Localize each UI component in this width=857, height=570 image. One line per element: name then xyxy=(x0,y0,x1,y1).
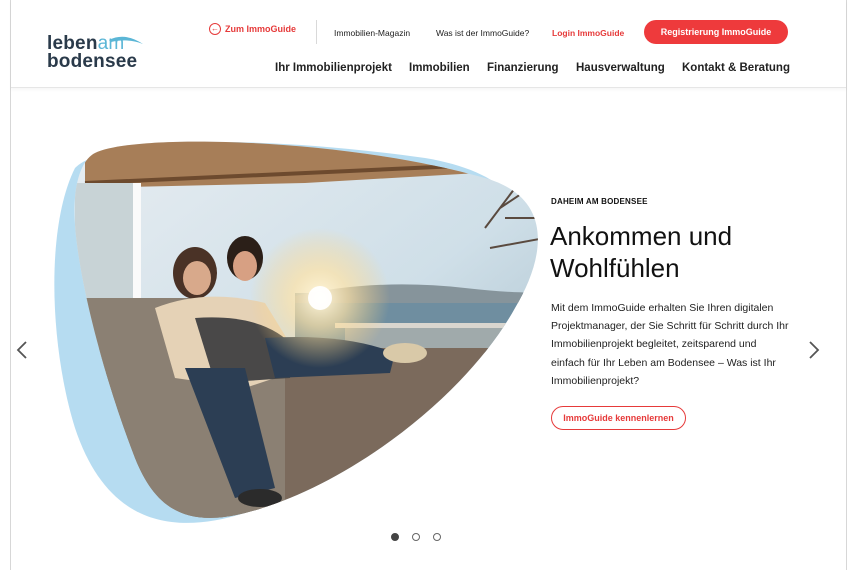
carousel-dot-3[interactable] xyxy=(433,533,441,541)
carousel-dot-2[interactable] xyxy=(412,533,420,541)
nav-item-kontakt[interactable]: Kontakt & Beratung xyxy=(682,62,790,74)
site-header: lebenam bodensee ← Zum ImmoGuide Immobil… xyxy=(11,0,846,88)
hero-headline: Ankommen und Wohlfühlen xyxy=(550,221,733,283)
main-navigation: Ihr Immobilienprojekt Immobilien Finanzi… xyxy=(11,62,846,78)
hero-image xyxy=(54,141,538,523)
nav-item-hausverwaltung[interactable]: Hausverwaltung xyxy=(576,62,665,74)
carousel-pagination xyxy=(391,533,441,541)
register-button[interactable]: Registrierung ImmoGuide xyxy=(644,20,788,44)
immoguide-cta-button[interactable]: ImmoGuide kennenlernen xyxy=(551,406,686,430)
login-link[interactable]: Login ImmoGuide xyxy=(552,28,624,38)
hero-body-text: Mit dem ImmoGuide erhalten Sie Ihren dig… xyxy=(551,302,789,387)
nav-item-immobilienprojekt[interactable]: Ihr Immobilienprojekt xyxy=(275,62,392,74)
arrow-left-icon: ← xyxy=(209,23,221,35)
divider xyxy=(316,20,317,44)
chevron-right-icon xyxy=(809,341,820,359)
carousel-next-button[interactable] xyxy=(806,340,822,360)
page-frame: lebenam bodensee ← Zum ImmoGuide Immobil… xyxy=(10,0,847,570)
hero-eyebrow: DAHEIM AM BODENSEE xyxy=(551,197,648,206)
nav-item-finanzierung[interactable]: Finanzierung xyxy=(487,62,559,74)
top-navigation: ← Zum ImmoGuide Immobilien-Magazin Was i… xyxy=(11,20,846,44)
nav-item-immobilien[interactable]: Immobilien xyxy=(409,62,470,74)
chevron-left-icon xyxy=(16,341,27,359)
carousel-prev-button[interactable] xyxy=(15,340,31,360)
magazin-link[interactable]: Immobilien-Magazin xyxy=(334,28,410,38)
carousel-dot-1[interactable] xyxy=(391,533,399,541)
was-ist-immoguide-link[interactable]: Was ist der ImmoGuide? xyxy=(436,28,529,38)
back-to-immoguide-link[interactable]: ← Zum ImmoGuide xyxy=(209,23,296,35)
